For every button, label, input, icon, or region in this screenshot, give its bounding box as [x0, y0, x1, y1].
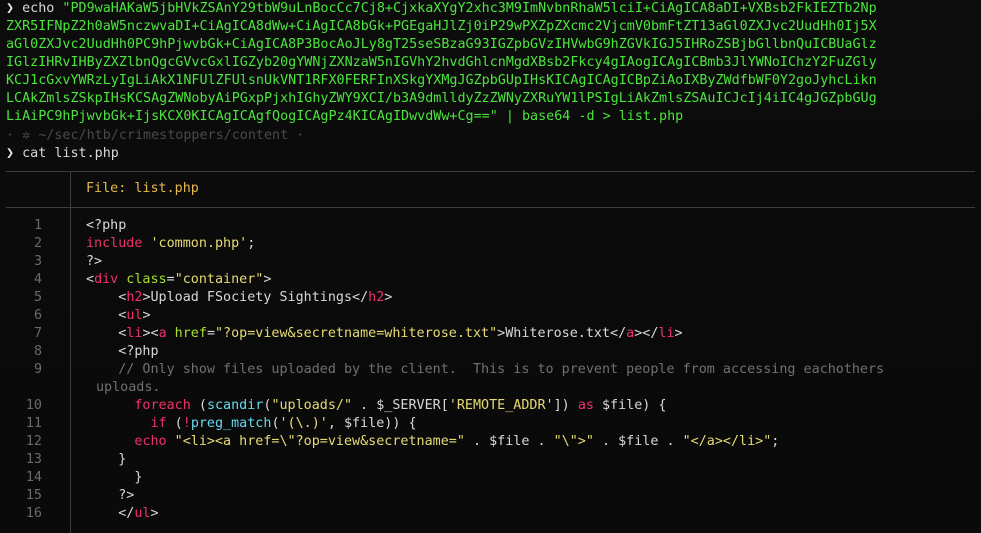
line-number: 12 [25, 434, 42, 449]
code-line-wrap: uploads. [96, 380, 161, 395]
code-line: 9 // Only show files uploaded by the cli… [0, 361, 981, 379]
viewer-top-border [6, 171, 975, 172]
code-line: 11 if (!preg_match('(\.)', $file)) { [0, 415, 981, 433]
code-line: 12 echo "<li><a href=\"?op=view&secretna… [0, 433, 981, 451]
base64-line: LCAkZmlsZSkpIHsKCSAgZWNobyAiPGxpPjxhIGhy… [6, 91, 877, 106]
terminal-window: ❯ echo "PD9waHAKaW5jbHVkZSAnY29tbW9uLnBo… [0, 0, 981, 533]
code-line: 4 <div class="container"> [0, 271, 981, 289]
code-line: 13 } [0, 451, 981, 469]
viewer-header-border [6, 207, 975, 208]
code-line: 1 <?php [0, 217, 981, 235]
echo-command-line: ❯ echo "PD9waHAKaW5jbHVkZSAnY29tbW9uLnBo… [0, 0, 877, 18]
line-number: 8 [33, 344, 42, 359]
base64-line: KCJ1cGxvYWRzLyIgLiAkX1NFUlZFUlsnUkVNT1RF… [6, 73, 877, 88]
code-line: 6 <ul> [0, 307, 981, 325]
line-number: 4 [33, 272, 42, 287]
line-number: 10 [25, 398, 42, 413]
line-number: 6 [33, 308, 42, 323]
base64-line: "PD9waHAKaW5jbHVkZSAnY29tbW9uLnBocCc7Cj8… [54, 1, 877, 16]
prompt-icon: ❯ [6, 1, 15, 16]
file-header: File: list.php [86, 181, 199, 196]
base64-line-last: LiAiPC9hPjwvbGk+IjsKCX0KICAgICAgfQogICAg… [6, 109, 684, 124]
line-number: 11 [25, 416, 42, 431]
base64-line: ZXR5IFNpZ2h0aW5nczwvaDI+CiAgICA8dWw+CiAg… [6, 19, 877, 34]
cat-command-line: ❯ cat list.php [0, 145, 119, 163]
line-number: 1 [33, 218, 42, 233]
code-line: 2 include 'common.php'; [0, 235, 981, 253]
line-number: 3 [33, 254, 42, 269]
code-line: 16 </ul> [0, 505, 981, 523]
code-line: 5 <h2>Upload FSociety Sightings</h2> [0, 289, 981, 307]
line-number: 13 [25, 452, 42, 467]
line-number: 15 [25, 488, 42, 503]
line-number: 2 [33, 236, 42, 251]
echo-command: echo [22, 1, 55, 16]
code-line: 7 <li><a href="?op=view&secretname=white… [0, 325, 981, 343]
cat-command: cat list.php [22, 146, 119, 161]
code-line: 15 ?> [0, 487, 981, 505]
line-number: 16 [25, 506, 42, 521]
code-line: 14 } [0, 469, 981, 487]
base64-line: IGlzIHRvIHByZXZlbnQgcGVvcGxlIGZyb20gYWNj… [6, 55, 877, 70]
line-number: 5 [33, 290, 42, 305]
code-line: 10 foreach (scandir("uploads/" . $_SERVE… [0, 397, 981, 415]
line-number: 7 [33, 326, 42, 341]
path-line: · ✲ ~/sec/htb/crimestoppers/content · [6, 128, 305, 143]
code-view: 1 <?php 2 include 'common.php'; 3 ?> 4 <div … [0, 217, 981, 523]
code-line: 3 ?> [0, 253, 981, 271]
line-number: 14 [25, 470, 42, 485]
line-number: 9 [33, 362, 42, 377]
base64-line: aGl0ZXJvc2UudHh0PC9hPjwvbGk+CiAgICA8P3Bo… [6, 37, 877, 52]
prompt-icon: ❯ [6, 146, 15, 161]
code-line: 8 <?php [0, 343, 981, 361]
